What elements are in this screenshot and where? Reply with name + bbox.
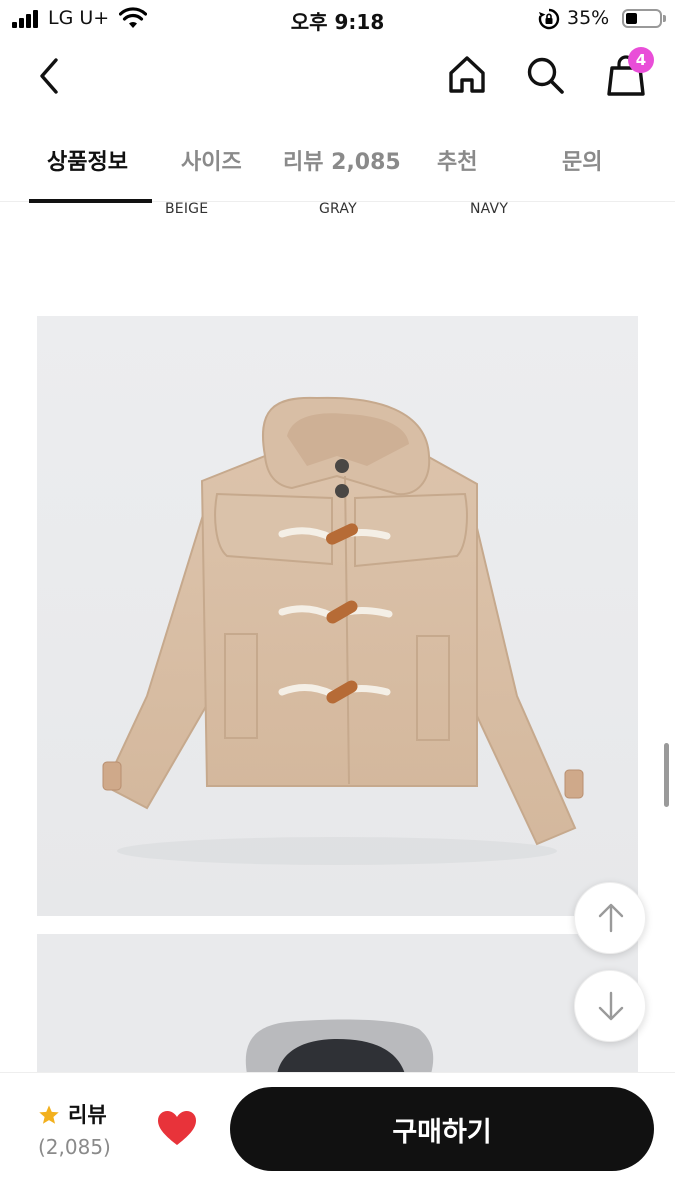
review-label[interactable]: 리뷰 bbox=[68, 1099, 107, 1129]
chevron-left-icon[interactable] bbox=[30, 56, 70, 96]
product-tabs: 상품정보 사이즈 리뷰 2,085 추천 문의 bbox=[0, 120, 675, 203]
search-icon[interactable] bbox=[524, 54, 566, 96]
battery-percentage: 35% bbox=[567, 7, 610, 29]
rotation-lock-icon bbox=[538, 8, 560, 30]
color-label-beige: BEIGE bbox=[165, 201, 209, 217]
tab-recommend[interactable]: 추천 bbox=[437, 144, 477, 176]
home-icon[interactable] bbox=[446, 54, 488, 96]
review-count[interactable]: (2,085) bbox=[38, 1135, 111, 1159]
product-image-beige-coat bbox=[37, 316, 638, 916]
beige-duffle-coat-illustration bbox=[102, 396, 584, 865]
product-image-gray-coat bbox=[37, 934, 638, 1074]
gray-duffle-coat-illustration bbox=[245, 1019, 434, 1074]
scroll-to-top-button[interactable] bbox=[574, 882, 646, 954]
star-icon bbox=[39, 1105, 59, 1124]
color-label-gray: GRAY bbox=[319, 201, 357, 217]
tab-size[interactable]: 사이즈 bbox=[181, 144, 242, 176]
cart-count-badge: 4 bbox=[628, 47, 654, 73]
scroll-to-bottom-button[interactable] bbox=[574, 970, 646, 1042]
arrow-up-icon bbox=[598, 903, 624, 933]
arrow-down-icon bbox=[598, 991, 624, 1021]
tab-inquiry[interactable]: 문의 bbox=[562, 144, 602, 176]
purchase-bar: 리뷰 (2,085) 구매하기 bbox=[0, 1072, 675, 1200]
active-tab-indicator bbox=[29, 199, 152, 203]
scroll-indicator[interactable] bbox=[664, 743, 669, 807]
color-label-navy: NAVY bbox=[470, 201, 509, 217]
tab-product-info[interactable]: 상품정보 bbox=[47, 144, 128, 176]
buy-button[interactable]: 구매하기 bbox=[230, 1087, 654, 1171]
tab-reviews[interactable]: 리뷰 2,085 bbox=[283, 144, 401, 176]
app-header: 4 bbox=[0, 40, 675, 115]
heart-icon[interactable] bbox=[156, 1109, 198, 1147]
battery-icon bbox=[622, 9, 666, 28]
status-bar: LG U+ 오후 9:18 35% bbox=[0, 0, 675, 38]
